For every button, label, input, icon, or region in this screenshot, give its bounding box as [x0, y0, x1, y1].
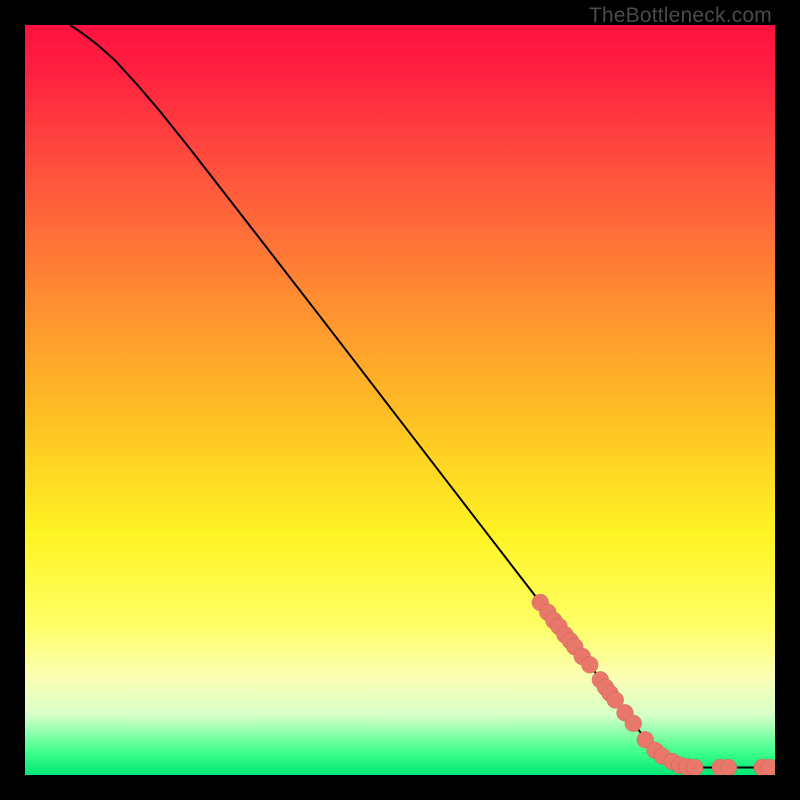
marker-group: [532, 594, 775, 775]
chart-svg: [25, 25, 775, 775]
data-marker: [625, 715, 642, 732]
data-marker: [686, 759, 703, 775]
data-marker: [581, 656, 598, 673]
plot-area: [25, 25, 775, 775]
main-curve: [70, 25, 775, 768]
attribution-label: TheBottleneck.com: [589, 4, 772, 28]
chart-frame: TheBottleneck.com: [0, 0, 800, 800]
data-marker: [720, 759, 737, 775]
